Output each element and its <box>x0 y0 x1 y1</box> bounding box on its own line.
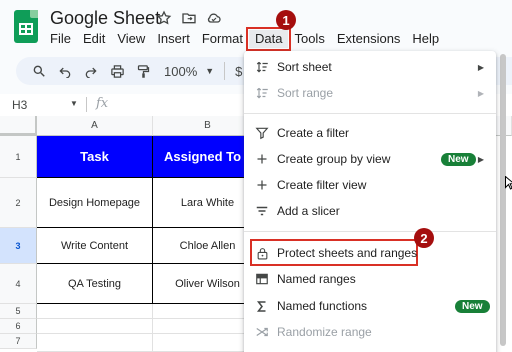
cell-a6[interactable] <box>37 319 153 334</box>
fx-icon: fx <box>96 96 109 111</box>
mouse-cursor-icon <box>505 176 512 190</box>
row-header-4[interactable]: 4 <box>0 264 37 304</box>
undo-icon[interactable] <box>52 64 78 78</box>
named-ranges-icon <box>254 271 270 287</box>
menu-item-protect-sheets-and-ranges[interactable]: Protect sheets and ranges <box>244 239 496 266</box>
document-title[interactable]: Google Sheet <box>50 8 160 29</box>
slicer-icon <box>254 203 270 219</box>
star-icon[interactable] <box>156 9 172 27</box>
menu-item-label: Sort range <box>277 86 334 100</box>
menu-item-sort-range[interactable]: Sort range ▶ <box>244 80 496 106</box>
menu-insert[interactable]: Insert <box>151 30 196 48</box>
plus-icon <box>254 177 270 193</box>
move-folder-icon[interactable] <box>181 9 197 27</box>
submenu-arrow-icon: ▶ <box>477 88 484 98</box>
redo-icon[interactable] <box>78 64 104 78</box>
menu-item-named-ranges[interactable]: Named ranges <box>244 266 496 292</box>
menu-item-label: Sort sheet <box>277 60 332 74</box>
step-1-badge: 1 <box>276 10 296 30</box>
sheets-logo-icon[interactable] <box>14 10 38 43</box>
menu-item-label: Named ranges <box>277 272 356 286</box>
submenu-arrow-icon: ▶ <box>477 62 484 72</box>
menu-tools[interactable]: Tools <box>288 30 330 48</box>
menu-bar: File Edit View Insert Format Data Tools … <box>44 27 445 51</box>
menu-item-add-slicer[interactable]: Add a slicer <box>244 198 496 224</box>
menu-item-sort-sheet[interactable]: Sort sheet ▶ <box>244 54 496 80</box>
menu-divider <box>244 231 496 232</box>
row-header-1[interactable]: 1 <box>0 136 37 178</box>
row-header-7[interactable]: 7 <box>0 334 37 349</box>
cloud-status-icon[interactable] <box>206 9 222 27</box>
toolbar-divider <box>224 62 226 80</box>
sheets-window: Google Sheet File Edit View Insert Forma… <box>0 0 512 352</box>
menu-item-label: Create group by view <box>277 152 391 166</box>
menu-item-create-filter-view[interactable]: Create filter view <box>244 172 496 198</box>
cell-a5[interactable] <box>37 304 153 319</box>
new-badge: New <box>441 152 476 166</box>
menu-data[interactable]: Data <box>245 27 292 51</box>
header-cell-task[interactable]: Task <box>37 136 153 178</box>
cell-a4[interactable]: QA Testing <box>37 264 153 304</box>
menu-item-named-functions[interactable]: Named functions New <box>244 293 496 319</box>
menu-item-create-group-by-view[interactable]: Create group by view New ▶ <box>244 146 496 172</box>
menu-divider <box>244 113 496 114</box>
plus-icon <box>254 151 270 167</box>
menu-item-label: Create a filter <box>277 126 350 140</box>
sort-range-icon <box>254 85 270 101</box>
menu-item-label: Create filter view <box>277 178 367 192</box>
name-box-caret-icon[interactable]: ▼ <box>70 99 78 108</box>
menu-item-label: Randomize range <box>277 325 372 339</box>
search-menus-icon[interactable] <box>26 64 52 78</box>
cell-a2[interactable]: Design Homepage <box>37 178 153 228</box>
menu-item-create-filter[interactable]: Create a filter <box>244 120 496 146</box>
name-box[interactable]: H3 <box>12 98 27 112</box>
menu-format[interactable]: Format <box>196 30 249 48</box>
sort-icon <box>254 59 270 75</box>
menu-file[interactable]: File <box>44 30 77 48</box>
menu-item-label: Named functions <box>277 299 368 313</box>
lock-icon <box>254 245 270 261</box>
menu-item-randomize-range[interactable]: Randomize range <box>244 319 496 345</box>
row-header-2[interactable]: 2 <box>0 178 37 228</box>
paint-format-icon[interactable] <box>130 64 156 79</box>
menu-item-label: Protect sheets and ranges <box>277 246 418 260</box>
row-header-5[interactable]: 5 <box>0 304 37 319</box>
zoom-caret-icon[interactable]: ▼ <box>205 66 214 76</box>
column-header-a[interactable]: A <box>37 116 153 136</box>
filter-icon <box>254 125 270 141</box>
sigma-icon <box>254 298 270 314</box>
select-all-corner[interactable] <box>0 116 37 136</box>
submenu-arrow-icon: ▶ <box>477 154 484 164</box>
menu-help[interactable]: Help <box>406 30 445 48</box>
menu-item-label: Add a slicer <box>277 204 340 218</box>
data-menu-dropdown: Sort sheet ▶ Sort range ▶ Create a filte… <box>244 51 496 352</box>
new-badge: New <box>455 299 490 313</box>
menu-edit[interactable]: Edit <box>77 30 111 48</box>
menu-view[interactable]: View <box>111 30 151 48</box>
vertical-scrollbar[interactable] <box>500 54 506 346</box>
cell-a3[interactable]: Write Content <box>37 228 153 264</box>
row-header-3[interactable]: 3 <box>0 228 37 264</box>
menu-extensions[interactable]: Extensions <box>331 30 407 48</box>
formula-divider <box>86 97 87 112</box>
print-icon[interactable] <box>104 64 130 79</box>
shuffle-icon <box>254 324 270 340</box>
step-2-badge: 2 <box>414 228 434 248</box>
zoom-select[interactable]: 100% <box>164 64 197 79</box>
currency-format-button[interactable]: $ <box>235 64 242 79</box>
cell-a7[interactable] <box>37 334 153 352</box>
row-header-6[interactable]: 6 <box>0 319 37 334</box>
